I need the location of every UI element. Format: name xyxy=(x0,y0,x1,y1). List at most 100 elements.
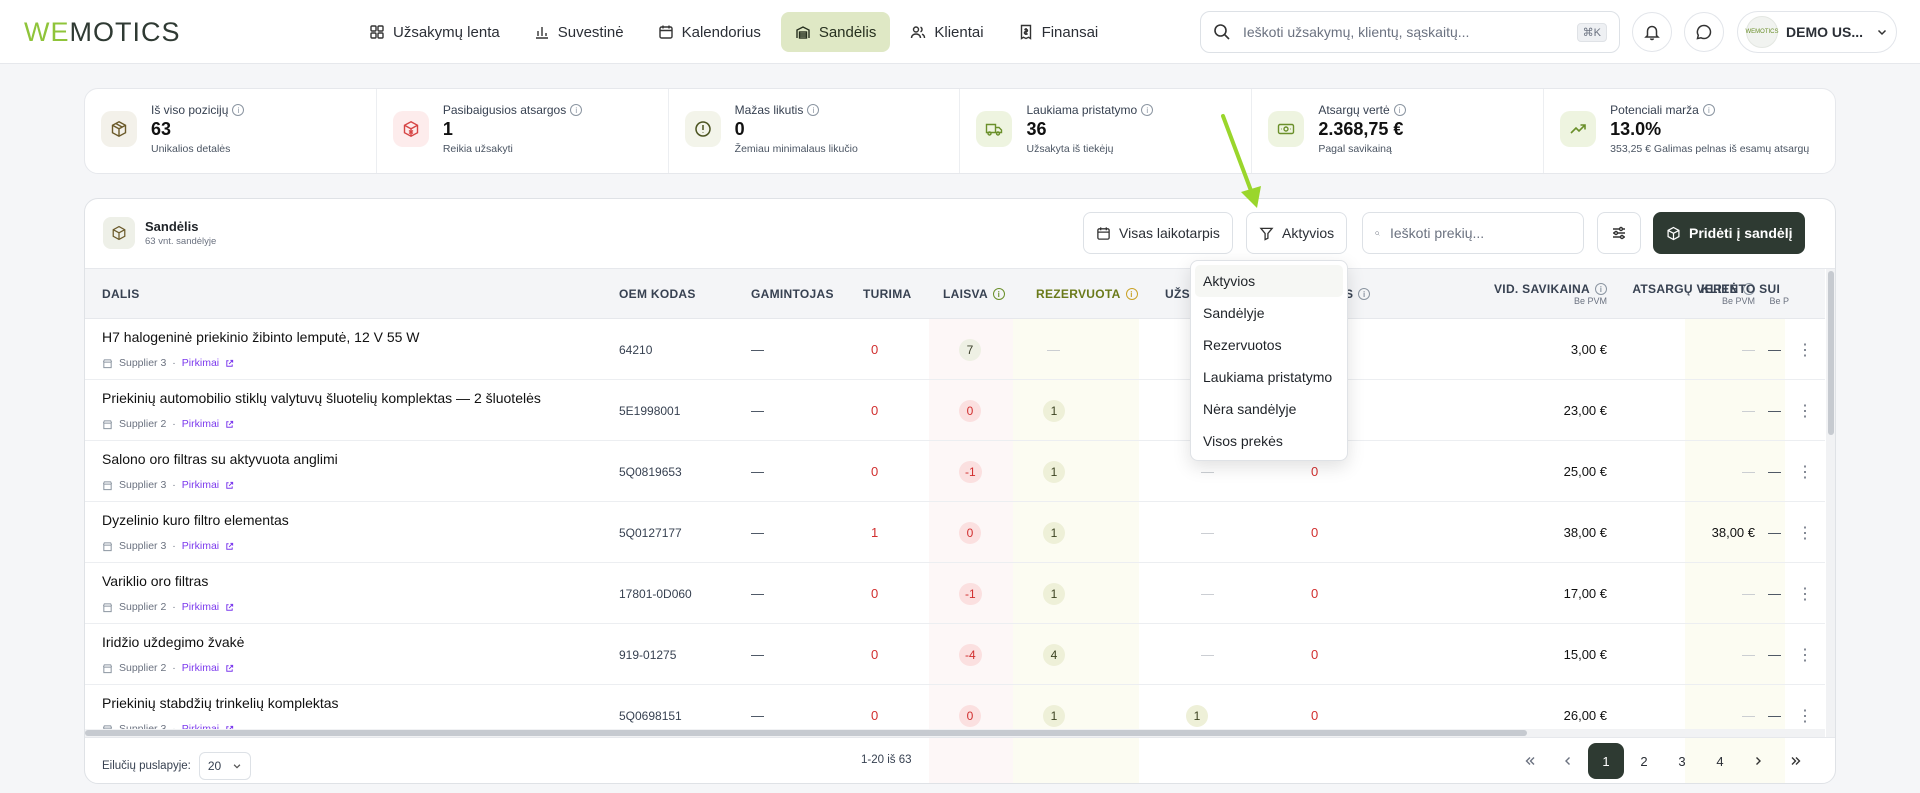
part-name[interactable]: Priekinių stabdžių trinkelių komplektas xyxy=(102,695,339,711)
info-icon[interactable]: i xyxy=(570,104,583,116)
col-client-price[interactable]: KLIENTO SUI Be P xyxy=(1701,269,1789,319)
page-button-4[interactable]: 4 xyxy=(1702,743,1738,779)
purchases-link[interactable]: Pirkimai xyxy=(182,357,219,369)
table-row[interactable]: Iridžio uždegimo žvakė Supplier 2 · Pirkima… xyxy=(85,624,1825,685)
next-page-button[interactable] xyxy=(1740,743,1776,779)
free-qty-cell: 0 xyxy=(959,685,981,733)
filter-icon xyxy=(1259,227,1274,241)
col-have[interactable]: TURIMA xyxy=(863,269,911,319)
info-icon[interactable]: i xyxy=(1393,104,1406,116)
page-button-3[interactable]: 3 xyxy=(1664,743,1700,779)
row-actions-button[interactable]: ⋮ xyxy=(1797,624,1813,685)
column-settings-button[interactable] xyxy=(1597,212,1641,254)
horizontal-scrollbar[interactable] xyxy=(85,729,1825,737)
col-reserved[interactable]: REZERVUOTA i xyxy=(1036,269,1138,319)
nav-item-summary[interactable]: Suvestinė xyxy=(520,12,638,52)
notifications-button[interactable] xyxy=(1632,12,1672,52)
filter-option-not-in-stock[interactable]: Nėra sandėlyje xyxy=(1195,393,1343,425)
row-actions-button[interactable]: ⋮ xyxy=(1797,563,1813,624)
col-maker[interactable]: GAMINTOJAS xyxy=(751,269,834,319)
filter-option-reserved[interactable]: Rezervuotos xyxy=(1195,329,1343,361)
rows-per-page-select[interactable]: 20 xyxy=(198,752,251,780)
table-row[interactable]: Priekinių stabdžių trinkelių komplektas S… xyxy=(85,685,1825,733)
user-menu[interactable]: WEMOTICS DEMO US... xyxy=(1737,11,1897,53)
reserved-qty-badge: 1 xyxy=(1043,704,1065,727)
col-free[interactable]: LAISVA i xyxy=(943,269,1005,319)
manufacturer: — xyxy=(751,525,764,540)
row-actions-button[interactable]: ⋮ xyxy=(1797,380,1813,441)
info-icon[interactable]: i xyxy=(1141,104,1154,116)
info-icon[interactable]: i xyxy=(232,104,245,116)
manufacturer: — xyxy=(751,342,764,357)
nav-item-clients[interactable]: Klientai xyxy=(896,12,997,52)
status-filter-button[interactable]: Aktyvios xyxy=(1246,212,1348,254)
page-button-2[interactable]: 2 xyxy=(1626,743,1662,779)
page-button-1[interactable]: 1 xyxy=(1588,743,1624,779)
part-name[interactable]: Variklio oro filtras xyxy=(102,573,208,589)
col-ordered[interactable]: UŽS xyxy=(1165,269,1190,319)
info-icon[interactable]: i xyxy=(807,104,820,116)
add-to-warehouse-button[interactable]: Pridėti į sandėlį xyxy=(1653,212,1806,254)
reserved-qty-badge: 1 xyxy=(1043,399,1065,422)
global-search-input[interactable] xyxy=(1243,24,1565,40)
info-icon[interactable]: i xyxy=(992,288,1005,300)
s-qty: 0 xyxy=(1311,525,1319,540)
client-price: — xyxy=(1768,586,1781,601)
part-name[interactable]: Dyzelinio kuro filtro elementas xyxy=(102,512,289,528)
purchases-link[interactable]: Pirkimai xyxy=(182,540,219,552)
brand-logo[interactable]: WE MOTICS xyxy=(24,16,181,48)
bell-icon xyxy=(1644,25,1660,41)
part-meta: Supplier 2 · Pirkimai xyxy=(102,418,234,430)
nav-item-calendar[interactable]: Kalendorius xyxy=(644,12,775,52)
nav-item-warehouse[interactable]: Sandėlis xyxy=(780,12,891,52)
purchases-link[interactable]: Pirkimai xyxy=(182,418,219,430)
purchases-link[interactable]: Pirkimai xyxy=(182,479,219,491)
table-row[interactable]: Variklio oro filtras Supplier 2 · Pirkimai 1… xyxy=(85,563,1825,624)
search-icon xyxy=(1214,24,1230,40)
part-name[interactable]: H7 halogeninė priekinio žibinto lemputė,… xyxy=(102,329,420,345)
box-icon xyxy=(1667,226,1680,240)
last-page-button[interactable] xyxy=(1778,743,1814,779)
chevron-left-icon xyxy=(1565,757,1570,765)
product-search-input[interactable] xyxy=(1390,225,1571,241)
col-part[interactable]: DALIS xyxy=(102,269,140,319)
table-row[interactable]: Dyzelinio kuro filtro elementas Supplier … xyxy=(85,502,1825,563)
table-row[interactable]: Salono oro filtras su aktyvuota anglimi S… xyxy=(85,441,1825,502)
vertical-scrollbar[interactable] xyxy=(1826,269,1835,737)
part-name[interactable]: Iridžio uždegimo žvakė xyxy=(102,634,244,650)
messages-button[interactable] xyxy=(1684,12,1724,52)
row-actions-button[interactable]: ⋮ xyxy=(1797,319,1813,380)
row-actions-button[interactable]: ⋮ xyxy=(1797,502,1813,563)
purchases-link[interactable]: Pirkimai xyxy=(182,601,219,613)
global-search[interactable]: ⌘K xyxy=(1200,11,1620,53)
part-name[interactable]: Priekinių automobilio stiklų valytuvų šl… xyxy=(102,390,541,406)
client-price: — xyxy=(1768,403,1781,418)
info-icon[interactable]: i xyxy=(1702,104,1715,116)
chevrons-right-icon xyxy=(1791,757,1801,765)
table-row[interactable]: H7 halogeninė priekinio žibinto lemputė,… xyxy=(85,319,1825,380)
period-filter-button[interactable]: Visas laikotarpis xyxy=(1083,212,1233,254)
table-row[interactable]: Priekinių automobilio stiklų valytuvų šl… xyxy=(85,380,1825,441)
first-page-button[interactable] xyxy=(1512,743,1548,779)
prev-page-button[interactable] xyxy=(1550,743,1586,779)
part-meta: Supplier 2 · Pirkimai xyxy=(102,601,234,613)
info-icon[interactable]: i xyxy=(1125,288,1138,300)
part-name[interactable]: Salono oro filtras su aktyvuota anglimi xyxy=(102,451,338,467)
col-s[interactable]: Si xyxy=(1345,269,1371,319)
filter-option-in-stock[interactable]: Sandėlyje xyxy=(1195,297,1343,329)
filter-option-all-items[interactable]: Visos prekės xyxy=(1195,425,1343,457)
panel-title: Sandėlis xyxy=(145,219,199,234)
row-actions-button[interactable]: ⋮ xyxy=(1797,685,1813,733)
filter-option-active[interactable]: Aktyvios xyxy=(1195,265,1343,297)
store-icon xyxy=(102,663,113,673)
nav-item-finance[interactable]: Finansai xyxy=(1004,12,1113,52)
nav-item-orders-board[interactable]: Užsakymų lenta xyxy=(355,12,514,52)
stats-bar: Iš viso pozicijų i 63 Unikalios detalės P… xyxy=(84,88,1836,174)
product-search[interactable] xyxy=(1362,212,1584,254)
supplier-name: Supplier 2 xyxy=(119,601,167,613)
row-actions-button[interactable]: ⋮ xyxy=(1797,441,1813,502)
col-oem[interactable]: OEM KODAS xyxy=(619,269,696,319)
info-icon[interactable]: i xyxy=(1358,288,1371,300)
purchases-link[interactable]: Pirkimai xyxy=(182,662,219,674)
filter-option-awaiting-delivery[interactable]: Laukiama pristatymo xyxy=(1195,361,1343,393)
